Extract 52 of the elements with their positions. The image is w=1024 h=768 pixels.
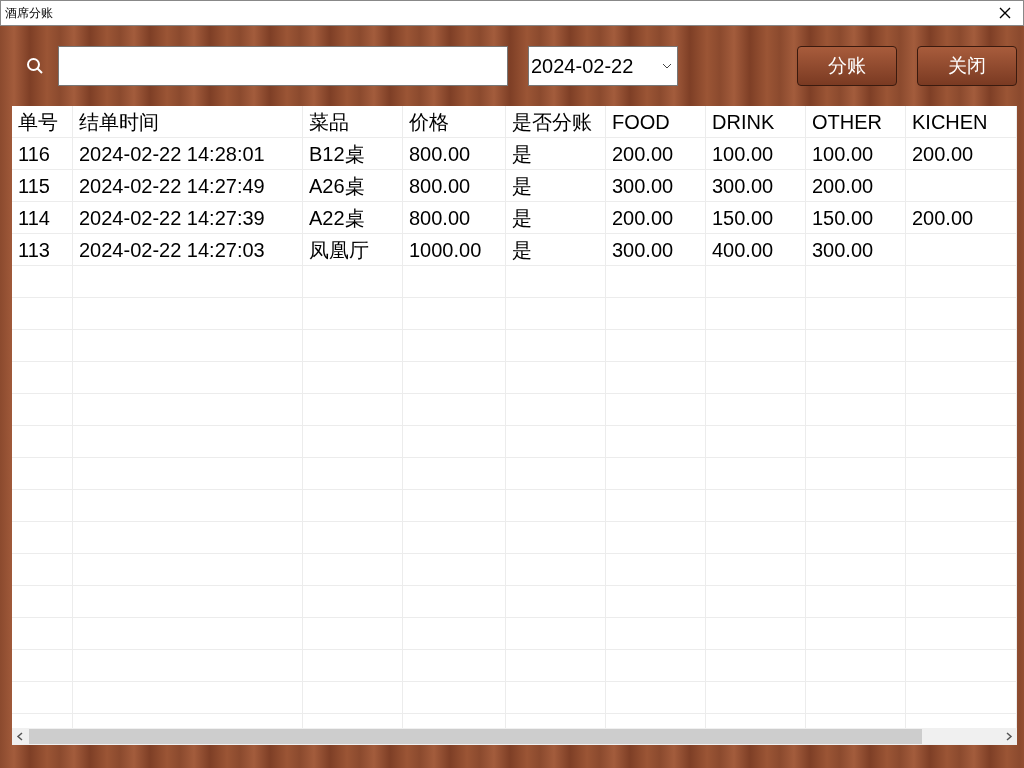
table-cell: 2024-02-22 14:27:49 — [73, 170, 303, 201]
table-cell: 116 — [12, 138, 73, 169]
table-cell: 300.00 — [606, 234, 706, 265]
table-cell: 1000.00 — [403, 234, 506, 265]
search-field[interactable] — [58, 46, 508, 86]
table-cell: 200.00 — [906, 202, 1017, 233]
column-header[interactable]: 菜品 — [303, 106, 403, 137]
table-cell: 200.00 — [806, 170, 906, 201]
table-cell: 300.00 — [706, 170, 806, 201]
table-cell: 800.00 — [403, 170, 506, 201]
table-cell: 800.00 — [403, 138, 506, 169]
table-cell: 115 — [12, 170, 73, 201]
table-cell: A26桌 — [303, 170, 403, 201]
table-cell: 是 — [506, 138, 606, 169]
table-cell: 是 — [506, 170, 606, 201]
column-header[interactable]: 是否分账 — [506, 106, 606, 137]
table-cell: 400.00 — [706, 234, 806, 265]
horizontal-scrollbar[interactable] — [12, 728, 1017, 745]
table-cell: 2024-02-22 14:28:01 — [73, 138, 303, 169]
date-picker[interactable]: 2024-02-22 — [528, 46, 678, 86]
table-cell: A22桌 — [303, 202, 403, 233]
column-header[interactable]: 结单时间 — [73, 106, 303, 137]
chevron-down-icon — [662, 63, 672, 69]
scrollbar-thumb[interactable] — [29, 729, 922, 744]
table-cell: 200.00 — [906, 138, 1017, 169]
table-cell: 300.00 — [806, 234, 906, 265]
column-header[interactable]: DRINK — [706, 106, 806, 137]
table-cell: 凤凰厅 — [303, 234, 403, 265]
toolbar-button[interactable]: 分账 — [797, 46, 897, 86]
table-cell: 200.00 — [606, 202, 706, 233]
table-cell: B12桌 — [303, 138, 403, 169]
column-header[interactable]: FOOD — [606, 106, 706, 137]
search-icon — [26, 57, 44, 75]
table-cell: 是 — [506, 234, 606, 265]
table-cell: 200.00 — [606, 138, 706, 169]
table-cell: 100.00 — [706, 138, 806, 169]
table-cell: 114 — [12, 202, 73, 233]
table-cell: 是 — [506, 202, 606, 233]
column-header[interactable]: OTHER — [806, 106, 906, 137]
table-cell: 150.00 — [706, 202, 806, 233]
column-header[interactable]: KICHEN — [906, 106, 1017, 137]
table-cell: 2024-02-22 14:27:03 — [73, 234, 303, 265]
table-cell: 800.00 — [403, 202, 506, 233]
table-cell: 113 — [12, 234, 73, 265]
column-header[interactable]: 价格 — [403, 106, 506, 137]
table-cell: 2024-02-22 14:27:39 — [73, 202, 303, 233]
table-cell: 150.00 — [806, 202, 906, 233]
window-title: 酒席分账 — [5, 5, 53, 22]
table-cell: 100.00 — [806, 138, 906, 169]
column-header[interactable]: 单号 — [12, 106, 73, 137]
toolbar-button[interactable]: 关闭 — [917, 46, 1017, 86]
table-cell: 300.00 — [606, 170, 706, 201]
